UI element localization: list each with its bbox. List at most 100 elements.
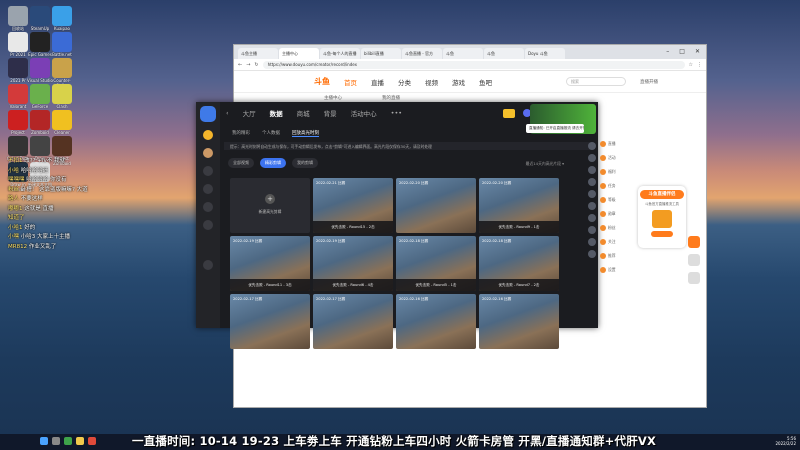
highlight-card[interactable]: 2022-02-19 比赛 优先击败 - Round11 - 3击 [230,236,310,291]
highlight-card[interactable]: 2022-02-20 比赛 [396,178,476,233]
app-subtab[interactable]: 个人数据 [262,130,280,137]
browser-tab[interactable]: 斗鱼 [443,48,483,59]
orange-sidebar-item[interactable]: 勋章 [600,208,618,220]
vip-badge-icon[interactable] [503,108,516,118]
tool-icon[interactable] [588,250,596,258]
site-nav-item[interactable]: 视频 [425,77,438,87]
desktop-icon[interactable] [30,84,50,104]
desktop-icon[interactable] [30,32,50,52]
search-input[interactable]: 搜索 [566,77,626,86]
more-menu[interactable]: ••• [391,109,403,117]
tool-icon[interactable] [588,178,596,186]
browser-tab[interactable]: 主播中心 [279,48,319,59]
browser-tab[interactable]: Doyu 斗鱼 [525,48,565,59]
desktop-icon[interactable] [8,32,28,52]
site-nav-item[interactable]: 游戏 [452,77,465,87]
orange-sidebar-item[interactable]: 任务 [600,180,618,192]
highlight-card[interactable]: 2022-02-19 比赛 优先击败 - Round6 - 4击 [313,236,393,291]
start-icon[interactable] [40,437,48,445]
app-nav-item[interactable]: 商城 [297,108,310,118]
highlight-card[interactable]: 2022-02-18 比赛 优先击败 - Round7 - 2击 [479,236,559,291]
site-nav-item[interactable]: 分类 [398,77,411,87]
home-icon[interactable] [688,254,700,266]
subnav-item[interactable]: 主播中心 [324,95,342,101]
desktop-icon[interactable] [8,6,28,26]
sidebar-icon[interactable] [203,202,213,212]
tool-icon[interactable] [588,202,596,210]
orange-sidebar-item[interactable]: 粉丝 [600,222,618,234]
sidebar-icon[interactable] [203,166,213,176]
orange-sidebar-item[interactable]: 等级 [600,194,618,206]
tool-icon[interactable] [588,166,596,174]
site-nav-item[interactable]: 首页 [344,77,357,87]
coin-icon[interactable] [203,130,213,140]
menu-icon[interactable]: ⋮ [697,62,702,68]
tool-icon[interactable] [588,226,596,234]
highlight-card[interactable]: 2022-02-21 比赛 优先击败 - Round15 - 2击 [313,178,393,233]
highlight-card[interactable]: 2022-02-17 比赛 [230,294,310,349]
orange-sidebar-item[interactable]: 福利 [600,166,618,178]
orange-sidebar-item[interactable]: 设置 [600,264,618,276]
desktop-icon[interactable] [52,84,72,104]
back-icon[interactable]: ‹ [226,109,229,117]
desktop-icon[interactable] [52,32,72,52]
new-highlight-card[interactable]: + 新建高光剪辑 [230,178,310,233]
sidebar-icon[interactable] [203,220,213,230]
sidebar-icon[interactable] [203,184,213,194]
app-subtab[interactable]: 我的精彩 [232,130,250,137]
desktop-icon[interactable] [30,6,50,26]
promo-download-button[interactable] [651,231,673,237]
maximize-icon[interactable]: □ [679,48,685,55]
site-logo[interactable]: 斗鱼 [314,76,330,87]
orange-sidebar-item[interactable]: 关注 [600,236,618,248]
browser-tab[interactable]: 斗鱼 [484,48,524,59]
desktop-icon[interactable] [52,58,72,78]
desktop-icon[interactable] [30,110,50,130]
orange-sidebar-item[interactable]: 推荐 [600,250,618,262]
minimize-icon[interactable]: – [666,48,669,55]
avatar[interactable] [203,148,213,158]
desktop-icon[interactable] [52,6,72,26]
filter-pill[interactable]: 我的剪辑 [292,158,318,168]
browser-tab[interactable]: 斗鱼-每个人的直播 [320,48,360,59]
filter-pill[interactable]: 全部视频 [228,158,254,168]
highlight-card[interactable]: 2022-02-16 比赛 [396,294,476,349]
tool-icon[interactable] [588,142,596,150]
app-nav-item[interactable]: 背景 [324,108,337,118]
forward-icon[interactable]: → [246,62,250,68]
star-icon[interactable]: ☆ [689,62,693,68]
user-name[interactable]: 直播开播 [640,79,658,85]
desktop-icon[interactable] [8,84,28,104]
tool-icon[interactable] [588,154,596,162]
tool-icon[interactable] [588,190,596,198]
url-input[interactable]: https://www.douyu.com/creator/record/ind… [262,60,685,69]
app-nav-item[interactable]: 数据 [270,108,283,118]
desktop-icon[interactable] [30,136,50,156]
tool-icon[interactable] [588,238,596,246]
desktop-icon[interactable] [8,136,28,156]
highlight-card[interactable]: 2022-02-20 比赛 优先击败 - Round9 - 1击 [479,178,559,233]
share-icon[interactable] [688,272,700,284]
orange-sidebar-item[interactable]: 活动 [600,152,618,164]
app-nav-item[interactable]: 大厅 [243,108,256,118]
filter-pill[interactable]: 精彩剪辑 [260,158,286,168]
site-nav-item[interactable]: 直播 [371,77,384,87]
settings-icon[interactable] [203,260,213,270]
folder-icon[interactable] [76,437,84,445]
desktop-icon[interactable] [52,110,72,130]
search-icon[interactable] [52,437,60,445]
close-icon[interactable]: ✕ [695,48,700,55]
orange-sidebar-item[interactable]: 直播 [600,138,618,150]
browser-tab[interactable]: 斗鱼主播 [238,48,278,59]
back-icon[interactable]: ← [238,62,242,68]
subnav-item[interactable]: 我的直播 [382,95,400,101]
highlight-card[interactable]: 2022-02-18 比赛 优先击败 - Round5 - 1击 [396,236,476,291]
browser-tab[interactable]: bilibili直播 [361,48,401,59]
desktop-icon[interactable] [8,58,28,78]
app-icon[interactable] [88,437,96,445]
desktop-icon[interactable] [52,136,72,156]
app-subtab[interactable]: 回放高光时刻 [292,130,319,137]
desktop-icon[interactable] [8,110,28,130]
highlight-card[interactable]: 2022-02-16 比赛 [479,294,559,349]
clock-date[interactable]: 2022/2/22 [775,441,796,446]
